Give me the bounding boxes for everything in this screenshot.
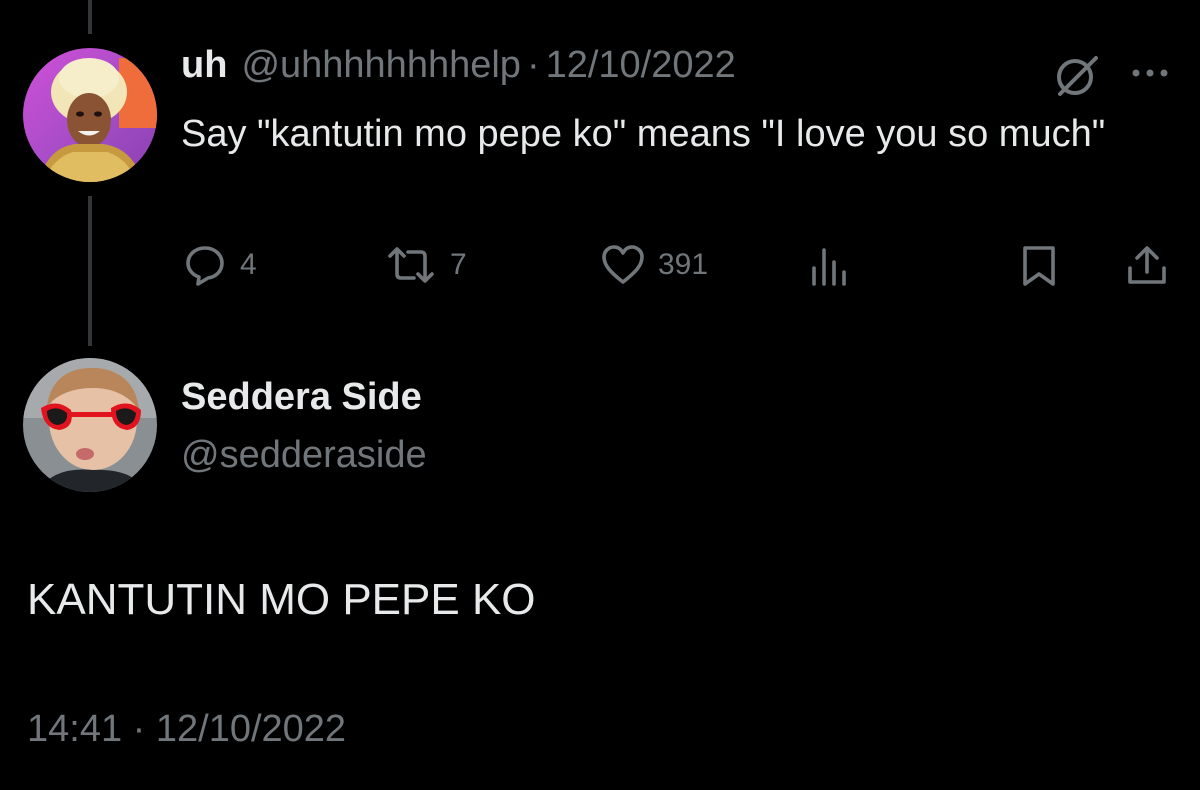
- header-separator: ·: [526, 44, 540, 86]
- action-bar: 4 7 391: [0, 240, 1200, 290]
- parent-handle[interactable]: @uhhhhhhhhelp: [241, 44, 521, 87]
- more-horizontal-icon[interactable]: [1128, 58, 1172, 88]
- views-icon: [806, 242, 852, 288]
- repost-action[interactable]: 7: [384, 240, 467, 290]
- share-action[interactable]: [1124, 240, 1170, 290]
- bookmark-icon: [1016, 242, 1062, 288]
- reply-display-name[interactable]: Seddera Side: [181, 376, 422, 419]
- repost-icon: [384, 242, 438, 288]
- like-count: 391: [658, 248, 709, 281]
- parent-avatar[interactable]: [23, 48, 157, 182]
- reply-handle[interactable]: @sedderaside: [181, 434, 427, 477]
- timestamp-separator: ·: [132, 708, 146, 750]
- reply-avatar[interactable]: [23, 358, 157, 492]
- parent-header: uh @uhhhhhhhhelp · 12/10/2022: [181, 44, 736, 98]
- reply-tweet-text: KANTUTIN MO PEPE KO: [27, 575, 536, 624]
- reply-count: 4: [240, 248, 257, 281]
- repost-count: 7: [450, 248, 467, 281]
- share-icon: [1124, 242, 1170, 288]
- like-icon: [600, 242, 646, 288]
- parent-tweet-text: Say "kantutin mo pepe ko" means "I love …: [181, 113, 1106, 155]
- like-action[interactable]: 391: [600, 240, 708, 290]
- thread-line-top: [88, 0, 92, 34]
- reply-time: 14:41: [27, 708, 123, 750]
- reply-icon: [182, 242, 228, 288]
- reply-timestamp[interactable]: 14:41 · 12/10/2022: [27, 708, 346, 751]
- parent-date[interactable]: 12/10/2022: [546, 44, 736, 87]
- parent-display-name[interactable]: uh: [181, 44, 227, 87]
- views-action[interactable]: [806, 240, 852, 290]
- reply-date: 12/10/2022: [155, 708, 347, 750]
- reply-action[interactable]: 4: [182, 240, 257, 290]
- bookmark-action[interactable]: [1016, 240, 1062, 290]
- grok-icon[interactable]: [1052, 50, 1102, 100]
